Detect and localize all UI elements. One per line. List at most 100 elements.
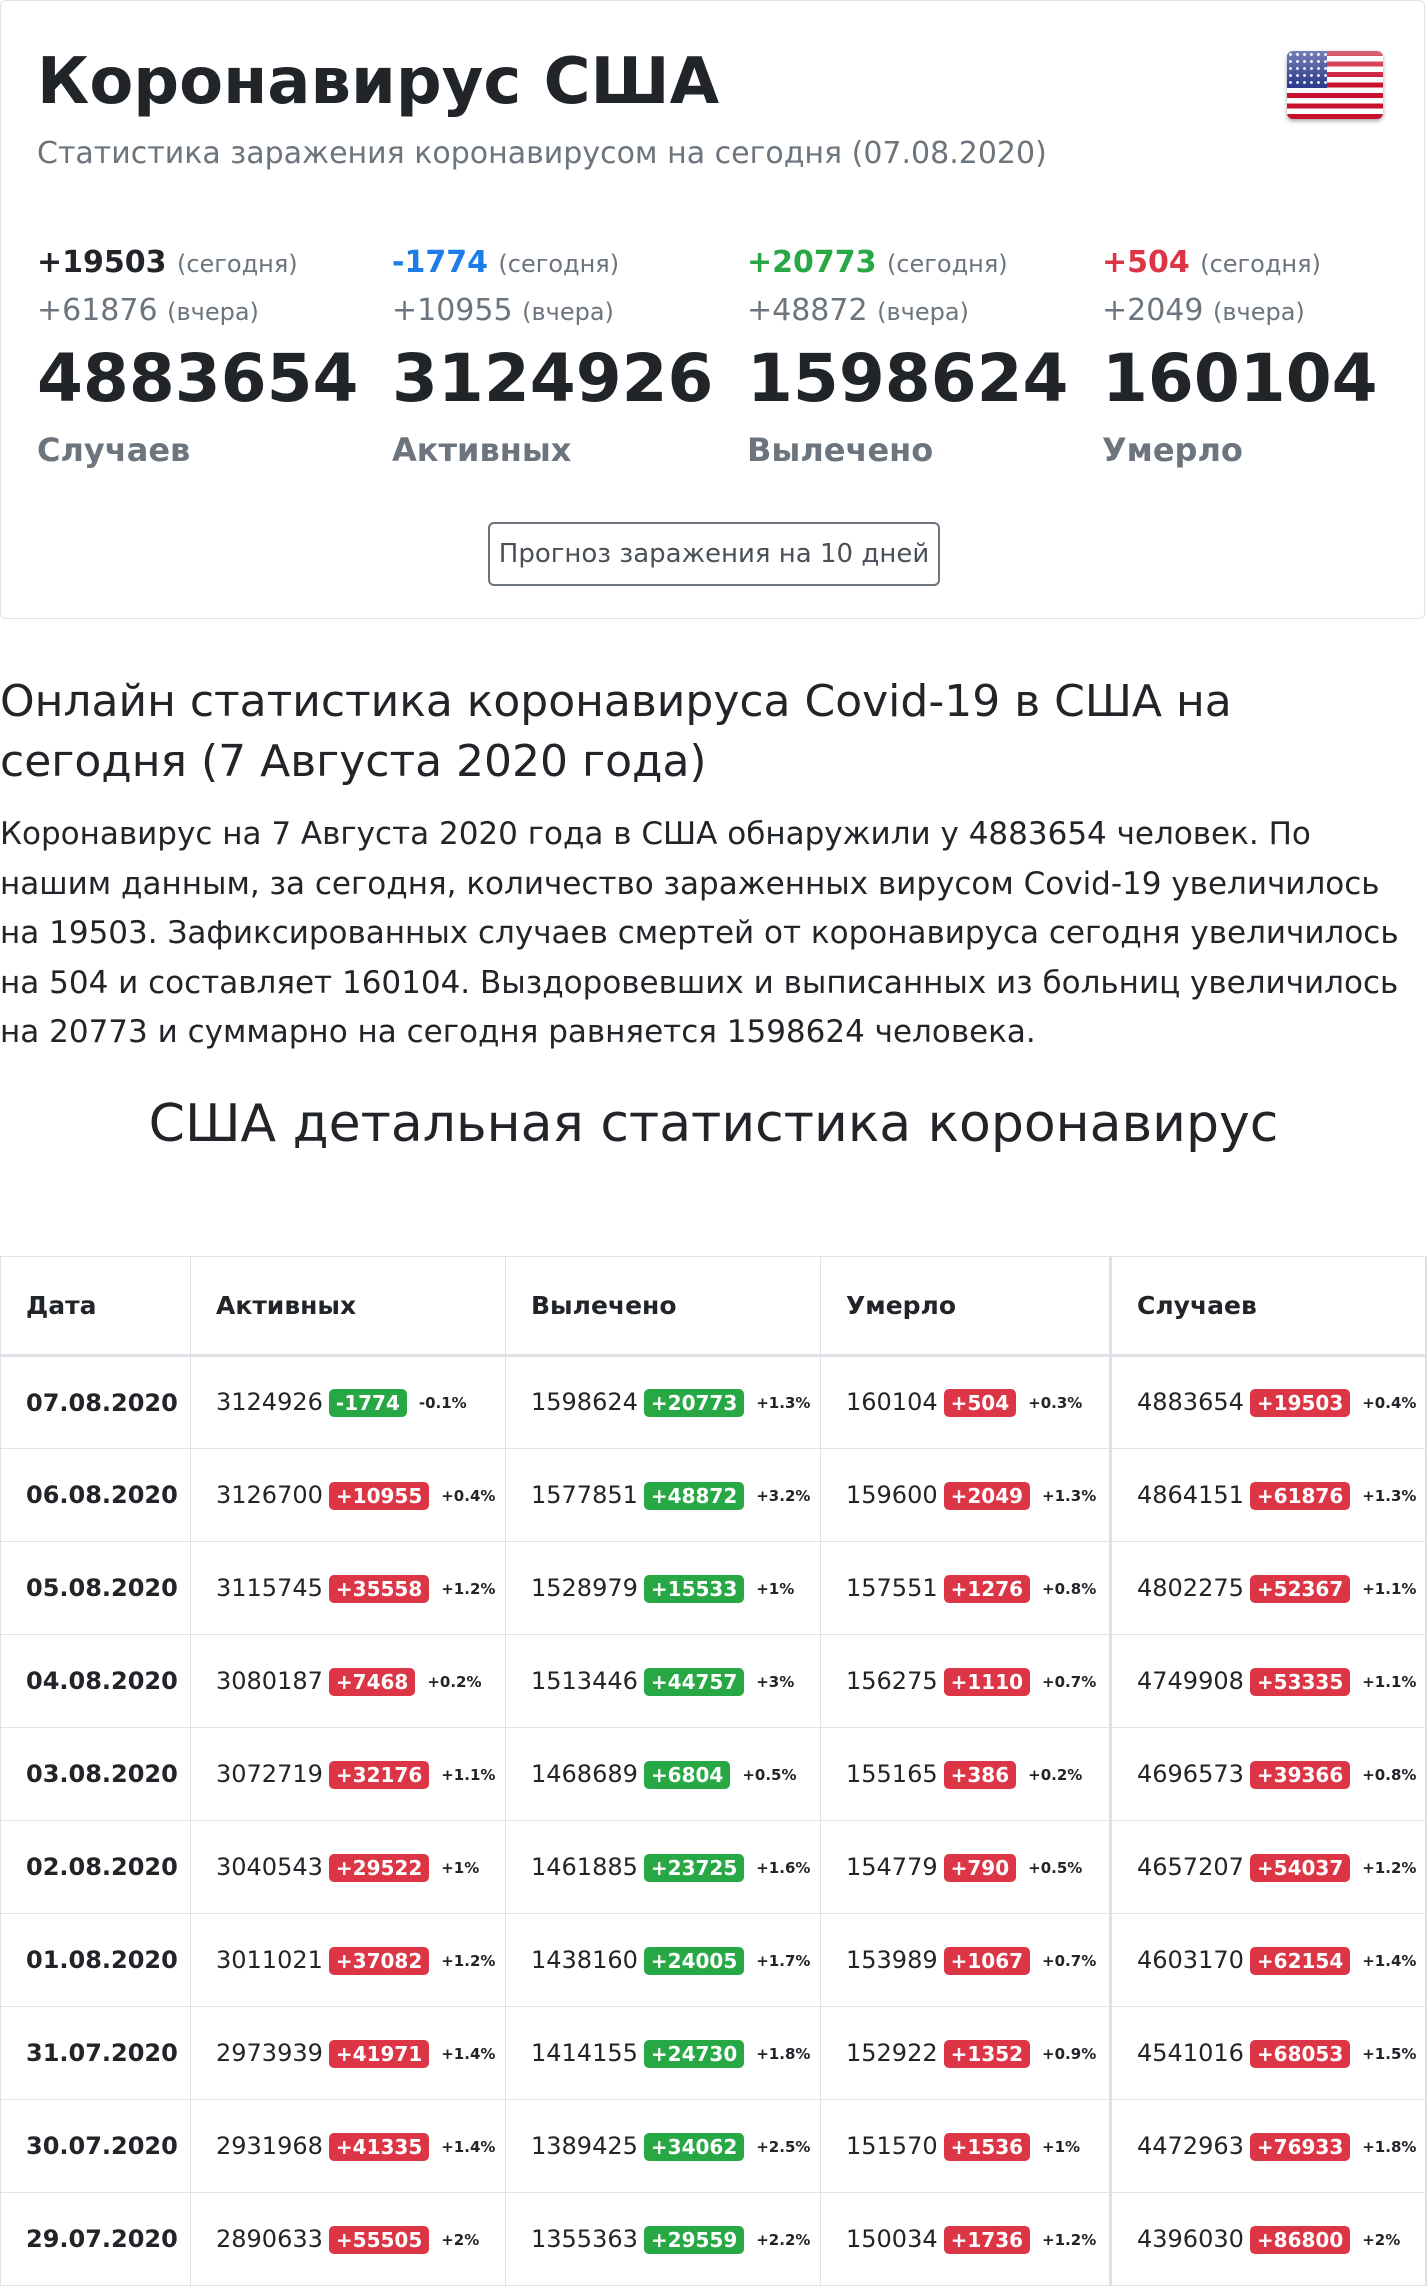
table-row: 29.07.2020 2890633 +55505 +2% 1355363 +29559 +… — [0, 2192, 1427, 2286]
change-percent: +1.3% — [1362, 1486, 1417, 1505]
table-header-row: Дата Активных Вылечено Умерло Случаев — [0, 1256, 1427, 1357]
change-badge: +19503 — [1249, 1389, 1351, 1417]
change-badge: +48872 — [643, 1481, 745, 1510]
change-percent: +0.5% — [742, 1765, 797, 1784]
cell-value: 4749908 — [1137, 1666, 1244, 1695]
cell-value: 151570 — [846, 2131, 938, 2160]
change-percent: +0.7% — [1042, 1672, 1097, 1691]
table-row: 30.07.2020 2931968 +41335 +1.4% 1389425 +3406… — [0, 2099, 1427, 2193]
stat-today: +504 (сегодня) — [1102, 245, 1427, 285]
change-badge: +1536 — [943, 2132, 1031, 2161]
change-badge: +24730 — [643, 2039, 745, 2068]
change-badge: +10955 — [328, 1481, 430, 1510]
cell-value: 3126700 — [216, 1480, 323, 1509]
stat-yesterday-value: +48872 — [747, 293, 868, 328]
stat-name: Случаев — [37, 431, 191, 469]
change-badge: +7468 — [328, 1667, 416, 1696]
cell-value: 156275 — [846, 1666, 938, 1695]
cell-active: 2890633 +55505 +2% — [190, 2192, 506, 2286]
change-percent: +1.4% — [1362, 1951, 1417, 1970]
change-badge: +39366 — [1249, 1760, 1351, 1789]
table-row: 07.08.2020 3124926 -1774 -0.1% 1598624 +20773… — [0, 1355, 1427, 1449]
change-percent: +1.1% — [441, 1765, 496, 1784]
stat-name: Умерло — [1102, 431, 1243, 469]
stat-name: Вылечено — [747, 431, 934, 469]
change-badge: +54037 — [1249, 1853, 1351, 1882]
cell-value: 4472963 — [1137, 2131, 1244, 2160]
cell-cases: 4883654 +19503 +0.4% — [1109, 1355, 1427, 1449]
change-badge: +52367 — [1249, 1574, 1351, 1603]
us-flag-icon — [1287, 51, 1383, 119]
change-badge: +62154 — [1249, 1946, 1351, 1975]
cell-active: 3124926 -1774 -0.1% — [190, 1355, 506, 1449]
cell-cases: 4472963 +76933 +1.8% — [1109, 2099, 1427, 2193]
forecast-button[interactable]: Прогноз заражения на 10 дней — [488, 522, 940, 586]
cell-value: 1438160 — [531, 1945, 638, 1974]
cell-deaths: 157551 +1276 +0.8% — [820, 1541, 1111, 1635]
stat-yesterday-label: (вчера) — [522, 298, 614, 326]
cell-value: 3072719 — [216, 1759, 323, 1788]
change-percent: +1.4% — [441, 2044, 496, 2063]
page-title: Коронавирус США — [37, 45, 720, 119]
cell-deaths: 154779 +790 +0.5% — [820, 1820, 1111, 1914]
cell-recovered: 1468689 +6804 +0.5% — [505, 1727, 821, 1821]
cell-value: 4802275 — [1137, 1573, 1244, 1602]
table-row: 04.08.2020 3080187 +7468 +0.2% 1513446 +44757… — [0, 1634, 1427, 1728]
cell-active: 3115745 +35558 +1.2% — [190, 1541, 506, 1635]
cell-date: 04.08.2020 — [0, 1634, 191, 1728]
cell-date: 05.08.2020 — [0, 1541, 191, 1635]
change-percent: +1% — [441, 1858, 480, 1877]
change-percent: +1.6% — [756, 1858, 811, 1877]
stat-yesterday: +48872 (вчера) — [747, 293, 1087, 333]
cell-recovered: 1438160 +24005 +1.7% — [505, 1913, 821, 2007]
change-badge: +2049 — [943, 1481, 1031, 1510]
change-badge: +34062 — [643, 2132, 745, 2161]
stat-total: 4883654 — [37, 340, 359, 417]
stat-yesterday-label: (вчера) — [1213, 298, 1305, 326]
cell-value: 3011021 — [216, 1945, 323, 1974]
stat-yesterday-label: (вчера) — [167, 298, 259, 326]
change-badge: +6804 — [643, 1760, 731, 1789]
stat-today: +19503 (сегодня) — [37, 245, 377, 285]
change-percent: +1.8% — [756, 2044, 811, 2063]
cell-active: 3080187 +7468 +0.2% — [190, 1634, 506, 1728]
summary-card: Коронавирус США Статистика заражения кор… — [0, 0, 1425, 619]
col-header-recovered: Вылечено — [505, 1256, 821, 1357]
stat-name: Активных — [392, 431, 572, 469]
change-badge: +86800 — [1249, 2225, 1351, 2254]
change-percent: +1.2% — [441, 1579, 496, 1598]
stat-yesterday-value: +10955 — [392, 293, 513, 328]
change-percent: +1.3% — [1042, 1486, 1097, 1505]
page-subtitle: Статистика заражения коронавирусом на се… — [37, 136, 1047, 171]
stat-today-label: (сегодня) — [886, 250, 1008, 278]
cell-value: 3040543 — [216, 1852, 323, 1881]
change-badge: +41335 — [328, 2132, 430, 2161]
table-row: 03.08.2020 3072719 +32176 +1.1% 1468689 +6804… — [0, 1727, 1427, 1821]
stat-today-label: (сегодня) — [498, 250, 620, 278]
cell-cases: 4541016 +68053 +1.5% — [1109, 2006, 1427, 2100]
cell-recovered: 1513446 +44757 +3% — [505, 1634, 821, 1728]
change-badge: +68053 — [1249, 2039, 1351, 2068]
col-header-deaths: Умерло — [820, 1256, 1111, 1357]
change-percent: +0.4% — [441, 1486, 496, 1505]
cell-date: 02.08.2020 — [0, 1820, 191, 1914]
cell-deaths: 156275 +1110 +0.7% — [820, 1634, 1111, 1728]
cell-cases: 4749908 +53335 +1.1% — [1109, 1634, 1427, 1728]
cell-recovered: 1461885 +23725 +1.6% — [505, 1820, 821, 1914]
stat-today-label: (сегодня) — [176, 250, 298, 278]
change-badge: +1067 — [943, 1946, 1031, 1975]
cell-active: 2973939 +41971 +1.4% — [190, 2006, 506, 2100]
change-badge: +61876 — [1249, 1481, 1351, 1510]
col-header-date: Дата — [0, 1256, 191, 1357]
change-percent: +1.2% — [1042, 2230, 1097, 2249]
col-header-cases: Случаев — [1109, 1256, 1427, 1357]
change-badge: +29559 — [643, 2225, 745, 2254]
change-percent: +3% — [756, 1672, 795, 1691]
cell-deaths: 150034 +1736 +1.2% — [820, 2192, 1111, 2286]
change-percent: +1.3% — [756, 1394, 811, 1412]
cell-value: 152922 — [846, 2038, 938, 2067]
stat-deaths: +504 (сегодня) +2049 (вчера) 160104 Умер… — [1102, 245, 1427, 469]
change-badge: +1352 — [943, 2039, 1031, 2068]
cell-value: 1468689 — [531, 1759, 638, 1788]
cell-cases: 4603170 +62154 +1.4% — [1109, 1913, 1427, 2007]
